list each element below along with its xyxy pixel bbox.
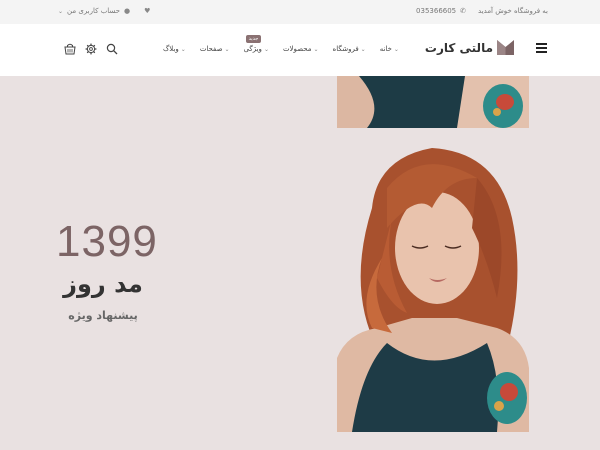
site-logo[interactable]: مالتی کارت xyxy=(425,40,514,55)
new-badge: جدید xyxy=(245,35,262,43)
wishlist-link[interactable]: ♥ xyxy=(144,7,150,15)
gear-icon[interactable] xyxy=(85,43,97,55)
search-icon[interactable] xyxy=(106,43,118,55)
nav-label: صفحات xyxy=(199,45,223,53)
main-header: مالتی کارت خانه ⌄ فروشگاه ⌄ محصولات ⌄ جد… xyxy=(0,24,600,76)
welcome-text: به فروشگاه خوش آمدید xyxy=(478,7,548,15)
promo-subtitle: پیشنهاد ویژه xyxy=(68,309,138,322)
cart-icon[interactable] xyxy=(64,43,76,55)
hero-image-top xyxy=(337,76,529,128)
top-bar-left: ⌄ حساب کاربری من ● ♥ xyxy=(58,7,150,15)
nav-label: محصولات xyxy=(282,45,312,53)
promo-number: 1399 xyxy=(56,217,158,266)
nav-item-features[interactable]: جدید ویژگی ⌄ xyxy=(243,35,269,53)
nav-item-products[interactable]: محصولات ⌄ xyxy=(283,45,319,53)
chevron-down-icon: ⌄ xyxy=(224,45,230,53)
nav-label: فروشگاه xyxy=(332,45,359,53)
logo-mark-icon xyxy=(497,40,514,55)
nav-label: وبلاگ xyxy=(163,45,179,53)
heart-icon: ♥ xyxy=(144,7,151,15)
promo-title: مد روز xyxy=(63,270,143,298)
chevron-down-icon: ⌄ xyxy=(180,45,186,53)
phone-icon: ✆ xyxy=(460,7,467,15)
header-icons xyxy=(64,43,118,55)
user-icon: ● xyxy=(124,7,131,15)
hamburger-menu-icon[interactable] xyxy=(536,43,547,53)
hero-image-main xyxy=(337,148,529,432)
phone-item[interactable]: ✆ 035366605 xyxy=(416,7,466,15)
phone-number: 035366605 xyxy=(416,7,457,15)
logo-text: مالتی کارت xyxy=(424,40,493,55)
nav-item-pages[interactable]: صفحات ⌄ xyxy=(200,45,230,53)
account-dropdown[interactable]: ⌄ حساب کاربری من ● xyxy=(58,7,130,15)
chevron-down-icon: ⌄ xyxy=(313,45,319,53)
nav-label: خانه xyxy=(379,45,392,53)
top-bar-right: به فروشگاه خوش آمدید ✆ 035366605 xyxy=(416,7,548,15)
chevron-down-icon: ⌄ xyxy=(393,45,399,53)
chevron-down-icon: ⌄ xyxy=(263,45,269,53)
top-bar: به فروشگاه خوش آمدید ✆ 035366605 ⌄ حساب … xyxy=(0,0,600,24)
account-label: حساب کاربری من xyxy=(67,7,120,15)
nav-label: ویژگی xyxy=(243,45,262,53)
chevron-down-icon: ⌄ xyxy=(58,7,64,15)
chevron-down-icon: ⌄ xyxy=(360,45,366,53)
nav-item-shop[interactable]: فروشگاه ⌄ xyxy=(333,45,366,53)
nav-item-home[interactable]: خانه ⌄ xyxy=(380,45,399,53)
main-nav: خانه ⌄ فروشگاه ⌄ محصولات ⌄ جدید ویژگی ⌄ … xyxy=(163,35,399,53)
nav-item-blog[interactable]: وبلاگ ⌄ xyxy=(163,45,186,53)
